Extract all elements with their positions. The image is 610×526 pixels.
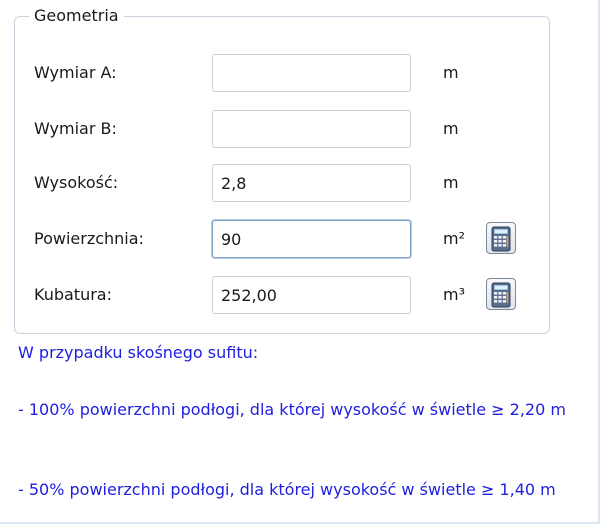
wysokosc-input[interactable] [212, 164, 411, 202]
note-item-100-percent: - 100% powierzchni podłogi, dla której w… [18, 400, 566, 419]
row-wysokosc: Wysokość: m [15, 164, 549, 202]
row-wymiar-b: Wymiar B: m [15, 110, 549, 148]
geometry-legend: Geometria [29, 6, 124, 26]
row-powierzchnia: Powierzchnia: m² [15, 220, 549, 258]
kubatura-input[interactable] [212, 276, 411, 314]
geometry-group: Geometria Wymiar A: m Wymiar B: m Wysoko… [14, 6, 550, 334]
row-wymiar-a: Wymiar A: m [15, 54, 549, 92]
row-kubatura: Kubatura: m³ [15, 276, 549, 314]
wymiar-b-input[interactable] [212, 110, 411, 148]
wymiar-a-label: Wymiar A: [34, 63, 117, 82]
powierzchnia-unit: m² [443, 229, 465, 248]
wymiar-b-unit: m [443, 119, 459, 138]
notes-heading: W przypadku skośnego sufitu: [18, 343, 259, 362]
wysokosc-label: Wysokość: [34, 173, 119, 192]
wymiar-b-label: Wymiar B: [34, 119, 117, 138]
powierzchnia-input[interactable] [212, 220, 411, 258]
calculator-icon [491, 226, 511, 252]
calculator-icon [491, 282, 511, 308]
wymiar-a-unit: m [443, 63, 459, 82]
kubatura-calculator-button[interactable] [486, 278, 516, 310]
wymiar-a-input[interactable] [212, 54, 411, 92]
kubatura-unit: m³ [443, 285, 465, 304]
kubatura-label: Kubatura: [34, 285, 112, 304]
wysokosc-unit: m [443, 173, 459, 192]
powierzchnia-label: Powierzchnia: [34, 229, 144, 248]
powierzchnia-calculator-button[interactable] [486, 222, 516, 254]
note-item-50-percent: - 50% powierzchni podłogi, dla której wy… [18, 480, 556, 499]
